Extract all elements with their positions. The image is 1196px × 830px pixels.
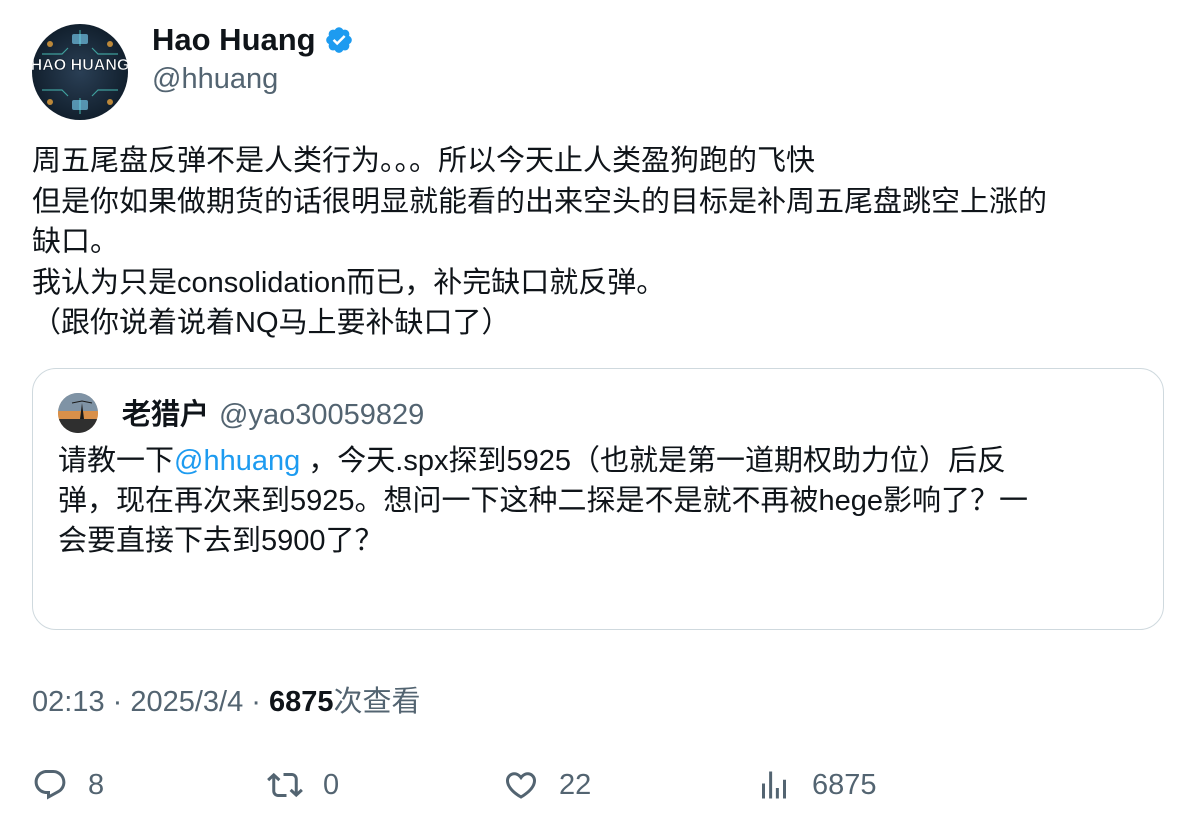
quoted-line: 弹，现在再次来到5925。想问一下这种二探是不是就不再被hege影响了？一	[58, 485, 1029, 517]
views-action-count: 6875	[812, 768, 877, 801]
tweet-date[interactable]: 2025/3/4	[130, 686, 243, 718]
tweet-line: 周五尾盘反弹不是人类行为。。。所以今天止人类盈狗跑的飞快	[32, 145, 816, 177]
author-name-row: Hao Huang	[152, 22, 354, 58]
quoted-text-suffix: ，今天.spx探到5925（也就是第一道期权助力位）后反	[300, 445, 1006, 477]
meta-separator: ·	[104, 686, 131, 718]
reply-count: 8	[88, 768, 105, 801]
views-icon	[762, 771, 786, 799]
verified-badge-icon[interactable]	[324, 25, 354, 55]
quoted-text-prefix: 请教一下	[58, 445, 175, 477]
views-button[interactable]: 6875	[756, 762, 877, 808]
like-count: 22	[559, 768, 592, 801]
quoted-author-handle[interactable]: @yao30059829	[219, 399, 424, 432]
reply-icon	[34, 770, 66, 800]
like-icon	[505, 772, 537, 799]
quoted-author-avatar[interactable]	[58, 393, 98, 433]
quoted-line: 会要直接下去到5900了？	[58, 525, 384, 557]
tweet-page: HAO HUANG Hao Huang @hhuang 周五尾盘反弹不是人类行为…	[0, 0, 1196, 830]
quoted-tweet-card[interactable]: 老猎户 @yao30059829 请教一下@hhuang ，今天.spx探到59…	[32, 368, 1164, 630]
tweet-time[interactable]: 02:13	[32, 686, 105, 718]
tweet-text: 周五尾盘反弹不是人类行为。。。所以今天止人类盈狗跑的飞快 但是你如果做期货的话很…	[32, 141, 1172, 344]
quoted-line: 请教一下@hhuang ，今天.spx探到5925（也就是第一道期权助力位）后反	[58, 441, 1148, 481]
meta-separator: ·	[243, 686, 270, 718]
retweet-count: 0	[323, 768, 340, 801]
tweet-line: 我认为只是consolidation而已，补完缺口就反弹。	[32, 266, 666, 299]
author-avatar[interactable]: HAO HUANG	[32, 24, 128, 120]
tweet-line: （跟你说着说着NQ马上要补缺口了）	[32, 307, 511, 339]
quoted-tweet-text: 请教一下@hhuang ，今天.spx探到5925（也就是第一道期权助力位）后反…	[58, 441, 1148, 561]
views-count: 6875	[269, 686, 334, 718]
author-handle[interactable]: @hhuang	[152, 63, 278, 96]
author-display-name[interactable]: Hao Huang	[152, 22, 316, 58]
quoted-author-row: 老猎户 @yao30059829	[122, 391, 424, 433]
quoted-author-name[interactable]: 老猎户	[122, 391, 209, 433]
action-bar: 8 0 22 6875	[0, 762, 1196, 808]
like-button[interactable]: 22	[503, 762, 591, 808]
reply-button[interactable]: 8	[32, 762, 104, 808]
tweet-meta: 02:13 · 2025/3/4 · 6875次查看	[32, 678, 421, 720]
tweet-line: 缺口。	[32, 226, 120, 258]
retweet-icon	[267, 772, 303, 798]
views-label: 次查看	[333, 686, 421, 718]
avatar-text-hao: HAO HUANG	[32, 57, 128, 74]
tweet-line: 但是你如果做期货的话很明显就能看的出来空头的目标是补周五尾盘跳空上涨的	[32, 185, 1048, 218]
retweet-button[interactable]: 0	[267, 762, 339, 808]
mention-link[interactable]: @hhuang	[174, 445, 300, 477]
